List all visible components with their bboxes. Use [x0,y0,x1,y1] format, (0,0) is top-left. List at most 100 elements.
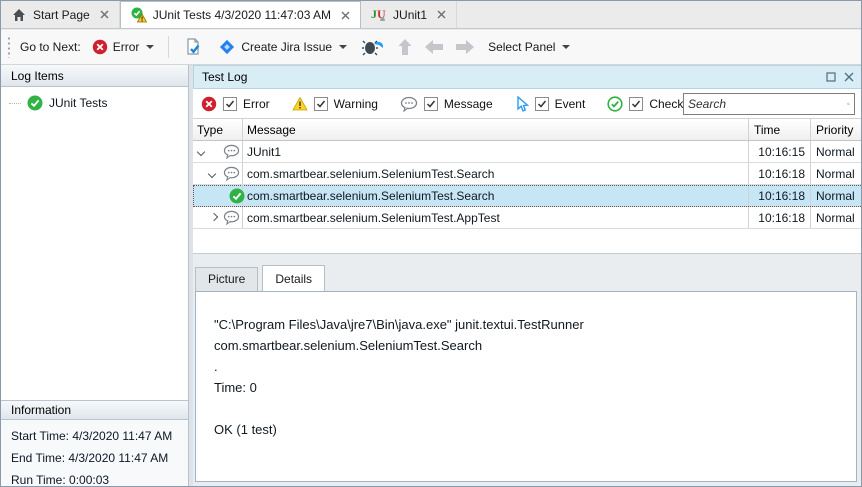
column-header-time[interactable]: Time [749,119,811,140]
create-jira-issue-button[interactable]: Create Jira Issue [214,35,351,59]
create-jira-label: Create Jira Issue [241,40,332,54]
message-bubble-icon [223,144,240,159]
toolbar-separator [168,36,169,58]
tree-item-label: JUnit Tests [49,96,107,110]
test-log-status-icon [131,7,147,23]
go-previous-button[interactable] [422,37,446,57]
tree-item-junit-tests[interactable]: JUnit Tests [1,93,188,113]
green-check-circle-icon [27,95,43,111]
close-icon[interactable] [341,11,350,20]
row-time: 10:16:18 [749,185,811,206]
column-header-priority[interactable]: Priority [811,119,862,140]
filter-label: Error [243,97,270,111]
log-items-header: Log Items [1,65,188,87]
table-row[interactable]: com.smartbear.selenium.SeleniumTest.Sear… [193,163,862,185]
log-toolbar: Go to Next: Error Create Jira Issue [1,30,861,65]
filter-error[interactable]: Error [201,96,270,112]
go-to-next-error-button[interactable]: Error [88,36,159,58]
tab-junit1[interactable]: J U JUnit1 [361,1,457,28]
information-body: Start Time: 4/3/2020 11:47 AM End Time: … [1,420,188,487]
main-area: Log Items JUnit Tests Information Start … [1,65,861,487]
expander-expanded-icon[interactable] [208,170,216,178]
tree-branch-line [9,103,21,104]
search-icon [847,97,850,111]
home-icon [11,7,27,23]
expander-expanded-icon[interactable] [197,148,205,156]
report-bug-button[interactable] [358,35,388,59]
go-next-button[interactable] [453,37,477,57]
search-input[interactable] [684,97,847,111]
filter-warning[interactable]: Warning [292,96,378,112]
information-header: Information [1,400,188,420]
error-icon [92,39,108,55]
log-items-panel: Log Items JUnit Tests Information Start … [1,65,189,487]
tab-label: JUnit1 [393,8,427,22]
column-header-type[interactable]: Type [193,119,243,140]
event-cursor-icon [515,96,529,112]
table-row[interactable]: JUnit1 10:16:15 Normal [193,141,862,163]
warning-icon [292,96,308,112]
message-bubble-icon [400,96,418,112]
checkpoint-icon [607,96,623,112]
select-panel-label: Select Panel [488,40,555,54]
row-time: 10:16:18 [749,207,811,228]
information-title: Information [11,403,71,417]
maximize-icon[interactable] [826,72,836,82]
row-priority: Normal [811,163,862,184]
error-checkbox[interactable] [223,97,237,111]
document-tabbar: Start Page JUnit Tests 4/3/2020 11:47:03… [1,1,861,29]
close-icon[interactable] [100,10,109,19]
tab-picture[interactable]: Picture [195,267,258,291]
checkpoint-checkbox[interactable] [629,97,643,111]
search-box [683,93,855,115]
row-message: com.smartbear.selenium.SeleniumTest.Sear… [243,185,749,206]
tab-details[interactable]: Details [262,265,325,291]
select-panel-button[interactable]: Select Panel [484,37,574,57]
filter-event[interactable]: Event [515,96,586,112]
tab-label: JUnit Tests 4/3/2020 11:47:03 AM [153,8,331,22]
run-time-value: Run Time: 0:00:03 [11,472,188,487]
junit-project-icon: J U [371,7,387,23]
tab-junit-tests-log[interactable]: JUnit Tests 4/3/2020 11:47:03 AM [120,1,361,28]
details-tabstrip: Picture Details [193,265,327,291]
test-log-panel: Test Log Error Warning [193,65,862,487]
chevron-down-icon [146,45,154,49]
bug-arrow-icon [362,38,384,56]
select-results-button[interactable] [179,34,207,60]
app-window: Start Page JUnit Tests 4/3/2020 11:47:03… [0,0,862,487]
table-row[interactable]: com.smartbear.selenium.SeleniumTest.AppT… [193,207,862,229]
filter-message[interactable]: Message [400,96,493,112]
row-message: com.smartbear.selenium.SeleniumTest.AppT… [243,207,749,228]
close-icon[interactable] [437,10,446,19]
message-checkbox[interactable] [424,97,438,111]
log-grid: Type Message Time Priority JUnit1 10:16:… [193,119,862,254]
tab-start-page[interactable]: Start Page [1,1,120,28]
message-bubble-icon [223,210,240,225]
warning-checkbox[interactable] [314,97,328,111]
row-priority: Normal [811,207,862,228]
table-row-selected[interactable]: com.smartbear.selenium.SeleniumTest.Sear… [193,185,862,207]
go-to-next-label: Go to Next: [20,40,81,54]
arrow-right-icon [455,39,475,55]
arrow-left-icon [424,39,444,55]
row-priority: Normal [811,141,862,162]
start-time-value: Start Time: 4/3/2020 11:47 AM [11,428,188,450]
log-items-title: Log Items [11,69,64,83]
close-icon[interactable] [844,72,854,82]
test-log-titlebar: Test Log [193,65,862,89]
expander-collapsed-icon[interactable] [210,213,218,221]
column-header-message[interactable]: Message [243,119,749,140]
chevron-down-icon [562,45,570,49]
error-icon [201,96,217,112]
log-items-tree: JUnit Tests [1,87,188,400]
chevron-down-icon [339,45,347,49]
go-up-button[interactable] [395,36,415,58]
filter-label: Warning [334,97,378,111]
row-message: JUnit1 [243,141,749,162]
arrow-up-icon [397,38,413,56]
jira-icon [218,38,236,56]
grid-header-row: Type Message Time Priority [193,119,862,141]
toolbar-drag-grip[interactable] [7,36,11,58]
green-check-circle-icon [229,188,245,204]
event-checkbox[interactable] [535,97,549,111]
